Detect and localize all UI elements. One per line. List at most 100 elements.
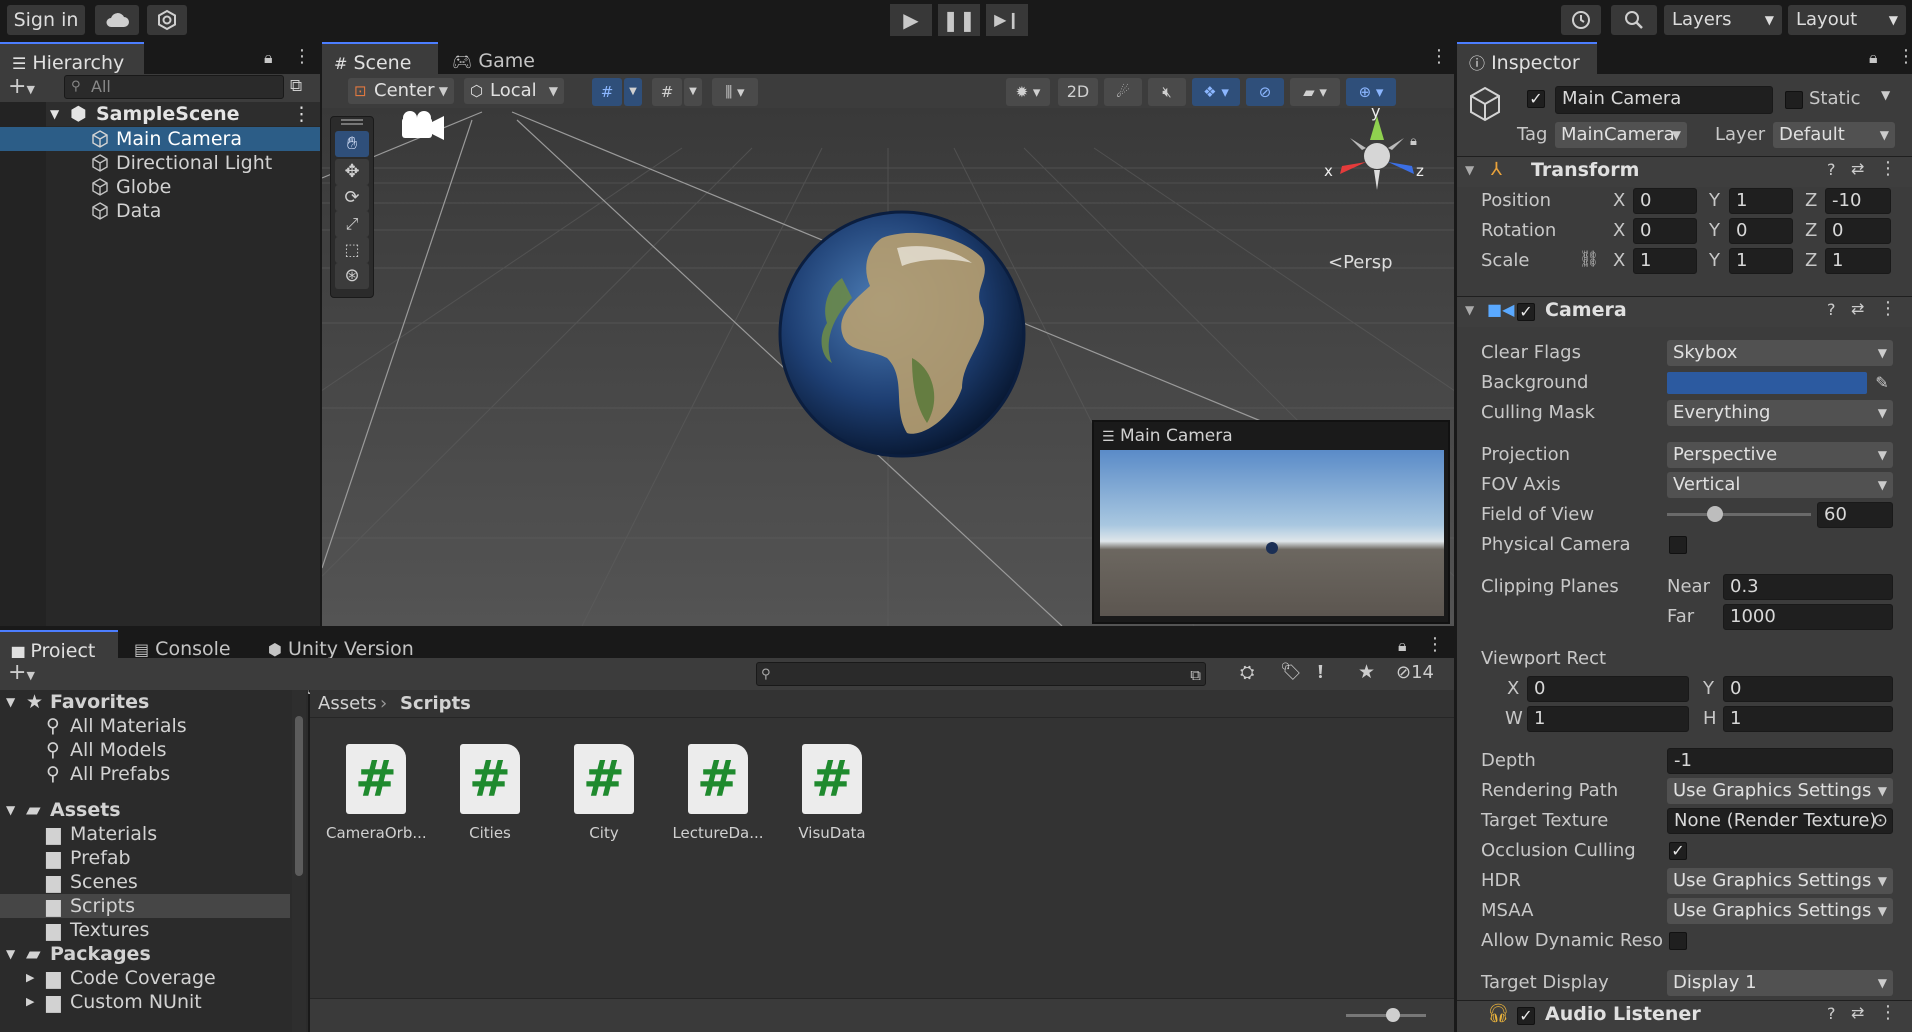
camera-settings-icon[interactable]: ▰ ▾ [1290, 78, 1340, 106]
scene-menu-icon[interactable]: ⋮ [292, 102, 311, 126]
hierarchy-item-directional-light[interactable]: Directional Light [0, 151, 320, 175]
component-menu-icon[interactable]: ⋮ [1879, 298, 1897, 319]
orientation-gizmo[interactable]: y x z [1322, 108, 1432, 228]
grid-visibility-icon[interactable]: # [652, 78, 682, 106]
object-picker-icon[interactable]: ⊙ [1873, 809, 1888, 833]
fov-field[interactable]: 60 [1817, 502, 1893, 528]
projection-toggle[interactable]: <Persp [1328, 252, 1393, 273]
2d-toggle-button[interactable]: 2D [1058, 78, 1098, 106]
static-checkbox[interactable] [1785, 91, 1803, 109]
preset-icon[interactable]: ⇄ [1851, 159, 1864, 178]
asset-item[interactable]: # City [554, 744, 654, 854]
kebab-menu-icon[interactable]: ⋮ [1897, 46, 1912, 67]
package-item[interactable]: ▶ ▆ Code Coverage [0, 966, 290, 990]
asset-item[interactable]: # CameraOrb... [326, 744, 427, 854]
increment-snap-icon[interactable]: ⫼ ▾ [712, 78, 758, 106]
kebab-menu-icon[interactable]: ⋮ [293, 46, 311, 67]
rect-tool-icon[interactable]: ⬚ [335, 237, 369, 263]
fov-axis-dropdown[interactable]: Vertical ▼ [1667, 472, 1893, 498]
scale-y-field[interactable]: 1 [1729, 248, 1793, 274]
drag-handle-icon[interactable] [341, 119, 363, 125]
camera-header[interactable]: ▼ ■◀ ✓ Camera ? ⇄ ⋮ [1457, 296, 1912, 327]
effects-icon[interactable]: ❖ ▾ [1192, 78, 1240, 106]
camera-enabled-checkbox[interactable]: ✓ [1517, 303, 1535, 321]
folder-item-selected[interactable]: ▆ Scripts [0, 894, 290, 918]
add-icon[interactable]: +▼ [8, 74, 35, 103]
culling-mask-dropdown[interactable]: Everything ▼ [1667, 400, 1893, 426]
kebab-menu-icon[interactable]: ⋮ [1426, 634, 1444, 655]
tree-scrollbar[interactable] [292, 690, 306, 1032]
package-item[interactable]: ▶ ▆ Custom NUnit [0, 990, 290, 1014]
favorite-item[interactable]: ⚲ All Models [0, 738, 290, 762]
folder-item[interactable]: ▆ Textures [0, 918, 290, 942]
rotate-tool-icon[interactable]: ⟳ [335, 185, 369, 211]
play-button[interactable]: ▶ [890, 4, 932, 36]
hierarchy-item-data[interactable]: Data [0, 199, 320, 223]
fov-slider-thumb[interactable] [1706, 506, 1723, 522]
sign-in-button[interactable]: Sign in [7, 5, 85, 35]
scale-x-field[interactable]: 1 [1633, 248, 1697, 274]
msaa-dropdown[interactable]: Use Graphics Settings ▼ [1667, 898, 1893, 924]
occlusion-culling-checkbox[interactable]: ✓ [1669, 842, 1687, 860]
rendering-path-dropdown[interactable]: Use Graphics Settings ▼ [1667, 778, 1893, 804]
preset-icon[interactable]: ⇄ [1851, 1003, 1864, 1022]
viewport-h-field[interactable]: 1 [1723, 706, 1893, 732]
dynamic-resolution-checkbox[interactable] [1669, 932, 1687, 950]
log-types-icon[interactable]: ❗︎ [1318, 662, 1323, 683]
asset-item[interactable]: # Cities [440, 744, 540, 854]
kebab-menu-icon[interactable]: ⋮ [1430, 46, 1448, 67]
grid-visibility-dropdown[interactable]: ▼ [684, 78, 702, 106]
draw-mode-icon[interactable]: ✹ ▾ [1006, 78, 1050, 106]
layers-dropdown[interactable]: Layers ▼ [1664, 5, 1782, 35]
projection-dropdown[interactable]: Perspective ▼ [1667, 442, 1893, 468]
gizmos-icon[interactable]: ⊕ ▾ [1346, 78, 1396, 106]
scale-tool-icon[interactable]: ⤢ [335, 211, 369, 237]
scene-viewport[interactable]: ✋︎ ✥ ⟳ ⤢ ⬚ ⊛ y x z 🔒︎ <Persp ☰ Main Came… [322, 108, 1454, 626]
lock-icon[interactable]: 🔒︎ [264, 48, 273, 68]
tag-dropdown[interactable]: MainCamera ▼ [1555, 122, 1687, 148]
cloud-icon[interactable] [95, 5, 139, 35]
hand-tool-icon[interactable]: ✋︎ [335, 131, 369, 157]
grid-snap-icon[interactable]: # [592, 78, 622, 106]
breadcrumb-scripts[interactable]: Scripts [400, 690, 471, 718]
transform-header[interactable]: ▼ ⅄ Transform ? ⇄ ⋮ [1457, 156, 1912, 187]
fov-slider-track[interactable] [1667, 513, 1811, 516]
target-display-dropdown[interactable]: Display 1 ▼ [1667, 970, 1893, 996]
lock-icon[interactable]: 🔒︎ [1398, 636, 1407, 656]
pivot-dropdown[interactable]: ⊡ Center ▼ [348, 78, 454, 104]
audio-listener-header[interactable]: 🎧︎ ✓ Audio Listener ? ⇄ ⋮ [1457, 1000, 1912, 1031]
audio-mute-icon[interactable]: 🔇︎ [1148, 78, 1186, 106]
hdr-dropdown[interactable]: Use Graphics Settings ▼ [1667, 868, 1893, 894]
scrollbar-thumb[interactable] [295, 716, 303, 876]
viewport-y-field[interactable]: 0 [1723, 676, 1893, 702]
assets-row[interactable]: ▼ ▰ Assets [0, 798, 290, 822]
help-icon[interactable]: ? [1827, 1004, 1836, 1023]
transform-tool-icon[interactable]: ⊛ [335, 263, 369, 289]
collab-icon[interactable] [147, 5, 187, 35]
position-x-field[interactable]: 0 [1633, 188, 1697, 214]
move-tool-icon[interactable]: ✥ [335, 159, 369, 185]
type-filter-icon[interactable]: ⛭ [1240, 662, 1254, 683]
folder-item[interactable]: ▆ Scenes [0, 870, 290, 894]
target-texture-field[interactable]: None (Render Texture) ⊙ [1667, 808, 1893, 834]
viewport-w-field[interactable]: 1 [1527, 706, 1689, 732]
far-field[interactable]: 1000 [1723, 604, 1893, 630]
lock-icon[interactable]: 🔒︎ [1869, 48, 1878, 68]
object-name-field[interactable]: Main Camera [1555, 86, 1773, 114]
label-filter-icon[interactable]: 🏷︎ [1280, 662, 1302, 682]
near-field[interactable]: 0.3 [1723, 574, 1893, 600]
rotation-x-field[interactable]: 0 [1633, 218, 1697, 244]
search-icon[interactable] [1611, 5, 1657, 35]
favorite-item[interactable]: ⚲ All Materials [0, 714, 290, 738]
depth-field[interactable]: -1 [1667, 748, 1893, 774]
project-search-input[interactable]: ⚲ ⧉ [756, 662, 1206, 686]
rotation-y-field[interactable]: 0 [1729, 218, 1793, 244]
space-dropdown[interactable]: ⬡ Local ▼ [464, 78, 564, 104]
layer-dropdown[interactable]: Default ▼ [1773, 122, 1895, 148]
asset-item[interactable]: # LectureDa... [668, 744, 768, 854]
scene-visibility-icon[interactable]: ⊘ [1246, 78, 1284, 106]
scale-z-field[interactable]: 1 [1825, 248, 1891, 274]
add-icon[interactable]: +▼ [8, 660, 35, 689]
lighting-icon[interactable]: ☄ [1104, 78, 1142, 106]
component-menu-icon[interactable]: ⋮ [1879, 1002, 1897, 1023]
